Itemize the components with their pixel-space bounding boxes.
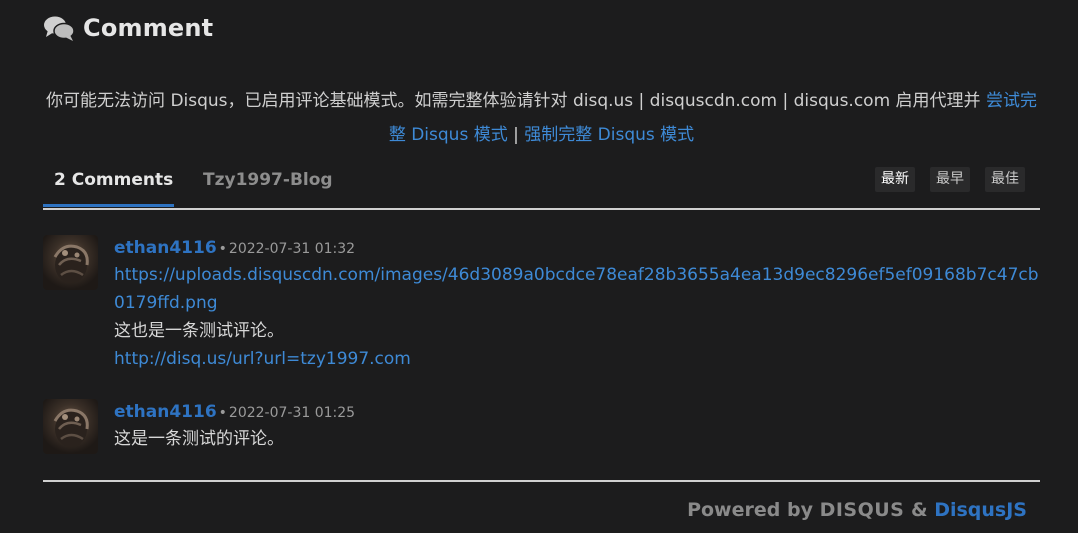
tab-comments-count[interactable]: 2 Comments — [54, 170, 173, 190]
comment-meta: ethan4116 • 2022-07-31 01:25 — [114, 399, 1040, 425]
sort-best-button[interactable]: 最佳 — [985, 167, 1025, 192]
sort-oldest-button[interactable]: 最早 — [930, 167, 970, 192]
comment-text: 这是一条测试的评论。 — [114, 429, 284, 449]
tab-site[interactable]: Tzy1997-Blog — [203, 170, 333, 190]
section-title: Comment — [83, 14, 214, 42]
active-tab-indicator — [43, 204, 174, 207]
powered-by-label: Powered by — [687, 499, 813, 521]
avatar[interactable] — [43, 399, 98, 454]
disqus-notice: 你可能无法访问 Disqus，已启用评论基础模式。如需完整体验请针对 disq.… — [43, 84, 1040, 152]
sort-newest-button[interactable]: 最新 — [875, 167, 915, 192]
disqusjs-link[interactable]: DisqusJS — [934, 499, 1027, 521]
comments-icon — [43, 14, 75, 42]
amp-label: & — [911, 499, 928, 521]
avatar[interactable] — [43, 235, 98, 290]
comment-url-link[interactable]: http://disq.us/url?url=tzy1997.com — [114, 345, 1040, 373]
section-header: Comment — [43, 14, 213, 42]
comment-content: 这是一条测试的评论。 — [114, 425, 1040, 453]
meta-separator: • — [218, 405, 227, 421]
comment-image-link[interactable]: https://uploads.disquscdn.com/images/46d… — [114, 261, 1040, 317]
comment-author[interactable]: ethan4116 — [114, 402, 217, 422]
force-full-disqus-link[interactable]: 强制完整 Disqus 模式 — [524, 125, 694, 145]
comment-time: 2022-07-31 01:32 — [228, 241, 356, 257]
comment-section: Comment 你可能无法访问 Disqus，已启用评论基础模式。如需完整体验请… — [0, 0, 1078, 533]
comment-time: 2022-07-31 01:25 — [228, 405, 356, 421]
comment-text: 这也是一条测试评论。 — [114, 321, 284, 341]
meta-separator: • — [218, 241, 227, 257]
comment-meta: ethan4116 • 2022-07-31 01:32 — [114, 235, 1040, 261]
powered-by: Powered by DISQUS & DisqusJS — [687, 499, 1027, 521]
comment-content: https://uploads.disquscdn.com/images/46d… — [114, 261, 1040, 373]
footer-divider — [43, 480, 1040, 482]
notice-separator: | — [507, 125, 525, 145]
comment-tabbar: 2 Comments Tzy1997-Blog 最新 最早 最佳 — [43, 160, 1040, 210]
disqus-logo-link[interactable]: DISQUS — [820, 499, 905, 521]
comment-author[interactable]: ethan4116 — [114, 238, 217, 258]
notice-text: 你可能无法访问 Disqus，已启用评论基础模式。如需完整体验请针对 disq.… — [46, 91, 986, 111]
